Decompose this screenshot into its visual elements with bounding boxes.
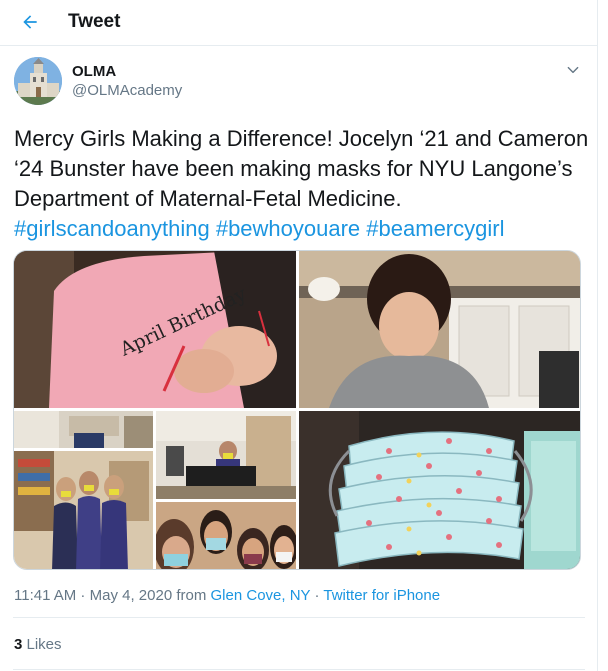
divider xyxy=(13,617,585,618)
back-button[interactable] xyxy=(18,10,42,34)
likes-count-link[interactable]: 3 Likes xyxy=(14,636,62,653)
tweet-text: Mercy Girls Making a Difference! Jocelyn… xyxy=(14,124,589,244)
page-header: Tweet xyxy=(0,0,597,46)
tweet-date[interactable]: May 4, 2020 xyxy=(90,587,173,604)
tweet-body: Mercy Girls Making a Difference! Jocelyn… xyxy=(14,126,589,211)
hashtag-link[interactable]: #bewhoyouare xyxy=(216,216,360,241)
separator-dot: · xyxy=(310,587,324,604)
photo-selfie[interactable] xyxy=(156,502,296,569)
chevron-down-icon xyxy=(567,66,579,74)
arrow-left-icon xyxy=(23,15,37,29)
photo-masks[interactable] xyxy=(299,411,580,569)
photo-nurses[interactable] xyxy=(14,451,153,569)
author-handle[interactable]: @OLMAcademy xyxy=(72,82,182,99)
photo-kitchen[interactable] xyxy=(299,251,580,408)
column-divider xyxy=(597,0,598,671)
divider xyxy=(13,669,585,670)
hashtag-link[interactable]: #beamercygirl xyxy=(366,216,504,241)
media-grid[interactable]: April Birthday xyxy=(13,250,581,570)
photo-sewing[interactable]: April Birthday xyxy=(14,251,296,408)
photo-desk[interactable] xyxy=(156,411,296,499)
tweet-meta: 11:41 AM · May 4, 2020 from Glen Cove, N… xyxy=(14,587,440,604)
location-link[interactable]: Glen Cove, NY xyxy=(211,587,311,604)
avatar[interactable] xyxy=(14,57,62,105)
photo-office[interactable] xyxy=(14,411,153,448)
likes-label: Likes xyxy=(22,636,62,653)
separator-dot: · xyxy=(76,587,90,604)
tweet-time[interactable]: 11:41 AM xyxy=(14,587,76,604)
source-link[interactable]: Twitter for iPhone xyxy=(323,587,440,604)
from-label: from xyxy=(172,587,211,604)
page-title: Tweet xyxy=(68,11,121,32)
more-options-button[interactable] xyxy=(563,60,583,80)
hashtag-link[interactable]: #girlscandoanything xyxy=(14,216,210,241)
author-name[interactable]: OLMA xyxy=(72,63,116,80)
